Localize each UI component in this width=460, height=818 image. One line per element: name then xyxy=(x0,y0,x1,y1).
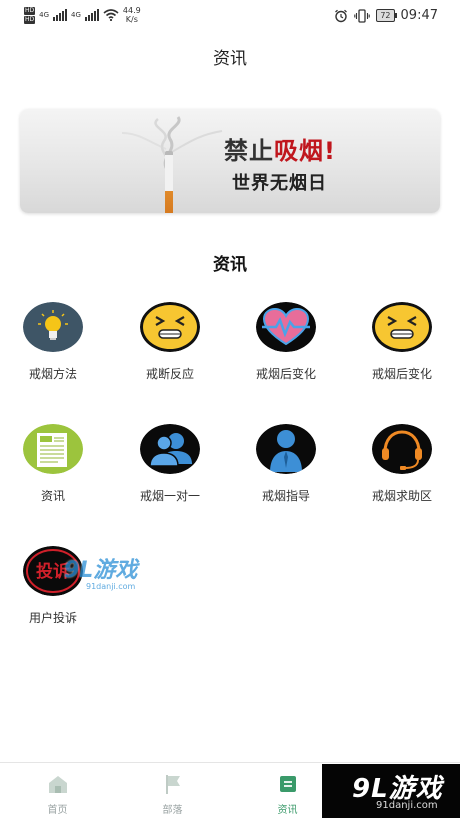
grid-item-label: 戒烟求助区 xyxy=(371,489,432,503)
banner-headline: 禁止吸烟! xyxy=(224,131,336,166)
grid-item-quit-methods[interactable]: 戒烟方法 xyxy=(8,302,98,382)
grid-item-news[interactable]: 资讯 xyxy=(8,424,98,504)
grid-item-label: 资讯 xyxy=(40,489,65,503)
wifi-icon xyxy=(103,9,119,21)
grid-item-one-on-one[interactable]: 戒烟一对一 xyxy=(125,424,215,504)
banner-subline: 世界无烟日 xyxy=(232,173,327,194)
grid-item-label: 戒断反应 xyxy=(145,367,194,381)
watermark-url: 91danji.com xyxy=(376,800,438,811)
network-speed: 44.9 K/s xyxy=(123,6,141,24)
hd-label-1: HD xyxy=(24,6,36,15)
alarm-icon xyxy=(335,9,348,22)
status-right: 72 09:47 xyxy=(334,8,438,23)
page-title: 资讯 xyxy=(213,49,247,69)
grid-item-label: 用户投诉 xyxy=(28,611,77,625)
tab-home[interactable]: 首页 xyxy=(0,763,115,818)
squint-face-icon xyxy=(140,302,200,352)
network-label-2: 4G xyxy=(71,11,81,19)
hd-indicator: HD HD xyxy=(24,6,36,24)
cigarette-graphic xyxy=(165,155,173,213)
lightbulb-icon xyxy=(23,302,83,352)
grid-item-label: 戒烟方法 xyxy=(28,367,77,381)
watermark-light: 9L游戏 91danji.com xyxy=(64,552,137,591)
tab-label: 资讯 xyxy=(277,805,298,816)
signal-icon xyxy=(53,9,68,21)
speed-unit: K/s xyxy=(125,15,138,24)
newspaper-icon xyxy=(23,424,83,474)
banner-headline-prefix: 禁止 xyxy=(224,137,274,165)
headset-icon xyxy=(372,424,432,474)
speed-value: 44.9 xyxy=(122,6,141,15)
clock: 09:47 xyxy=(400,8,438,23)
grid-item-withdrawal[interactable]: 戒断反应 xyxy=(125,302,215,382)
signal-icon-2 xyxy=(84,9,99,21)
tab-tribe[interactable]: 部落 xyxy=(115,763,230,818)
watermark-light-url: 91danji.com xyxy=(86,582,136,591)
watermark-light-logo: 9L游戏 xyxy=(64,558,138,583)
network-label-1: 4G xyxy=(39,11,50,19)
news-icon xyxy=(279,776,296,792)
heart-pulse-icon xyxy=(256,302,316,352)
grid-item-label: 戒烟指导 xyxy=(261,489,310,503)
flag-icon xyxy=(165,775,180,794)
users-icon xyxy=(140,424,200,474)
tab-label: 部落 xyxy=(162,805,183,816)
vibrate-icon xyxy=(354,8,371,23)
grid-item-changes-2[interactable]: 戒烟后变化 xyxy=(357,302,447,382)
banner[interactable]: 禁止吸烟! 世界无烟日 xyxy=(20,109,440,213)
grid-item-label: 戒烟一对一 xyxy=(139,489,200,503)
battery-indicator: 72 xyxy=(376,9,397,22)
smoke-graphic xyxy=(121,116,223,172)
home-icon xyxy=(48,776,67,793)
grid-item-label: 戒烟后变化 xyxy=(371,367,432,381)
tab-label: 首页 xyxy=(47,805,68,816)
hd-label-2: HD xyxy=(24,15,36,24)
section-title: 资讯 xyxy=(213,255,247,275)
grid-item-help-area[interactable]: 戒烟求助区 xyxy=(357,424,447,504)
grid-item-label: 戒烟后变化 xyxy=(255,367,316,381)
squint-face-icon xyxy=(372,302,432,352)
person-icon xyxy=(256,424,316,474)
status-left: HD HD 4G 4G 44.9 K/s xyxy=(24,6,141,24)
grid-item-guidance[interactable]: 戒烟指导 xyxy=(241,424,331,504)
grid-item-changes-1[interactable]: 戒烟后变化 xyxy=(241,302,331,382)
status-bar: HD HD 4G 4G 44.9 K/s 72 09:47 xyxy=(0,0,460,32)
banner-headline-highlight: 吸烟! xyxy=(274,137,336,165)
watermark-dark: 9L游戏 91danji.com xyxy=(322,764,460,818)
